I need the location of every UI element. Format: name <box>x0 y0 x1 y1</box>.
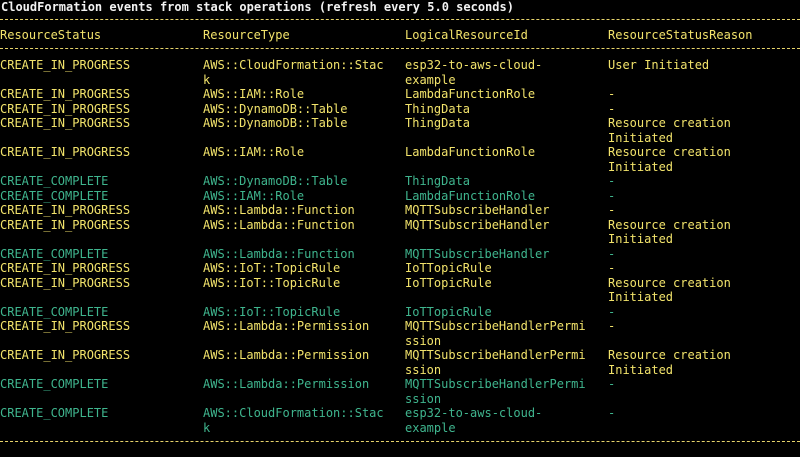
cell-resource-status: CREATE_IN_PROGRESS <box>0 319 131 333</box>
cell-resource-type: AWS::Lambda::Function <box>203 217 355 232</box>
cell-resource-status-reason: Resource creation Initiated <box>608 116 731 145</box>
cell-resource-status: CREATE_IN_PROGRESS <box>0 348 131 362</box>
cell-resource-status: CREATE_IN_PROGRESS <box>0 101 131 116</box>
cell-logical-resource-id: LambdaFunctionRole <box>405 87 536 101</box>
cell-resource-status-reason: - <box>608 174 616 188</box>
cell-logical-resource-id: LambdaFunctionRole <box>405 188 536 203</box>
cell-logical-resource-id: ThingData <box>405 116 471 130</box>
cell-resource-status: CREATE_COMPLETE <box>0 246 109 261</box>
cell-resource-status-reason: - <box>608 377 616 391</box>
cell-resource-status-reason: Resource creation Initiated <box>608 275 731 305</box>
cell-resource-status: CREATE_IN_PROGRESS <box>0 58 131 72</box>
cell-resource-status-reason: - <box>608 101 616 116</box>
cell-resource-type: AWS::Lambda::Permission <box>203 348 370 362</box>
cell-resource-status-reason: - <box>608 246 616 261</box>
cell-resource-status: CREATE_IN_PROGRESS <box>0 145 131 159</box>
cell-logical-resource-id: MQTTSubscribeHandlerPermi ssion <box>405 377 586 406</box>
column-header-resource-status-reason: ResourceStatusReason <box>608 28 753 42</box>
divider-header <box>0 48 800 50</box>
cell-resource-type: AWS::Lambda::Permission <box>203 377 370 391</box>
cell-resource-type: AWS::CloudFormation::Stac k <box>203 406 384 435</box>
page-title: CloudFormation events from stack operati… <box>1 0 514 14</box>
cell-resource-type: AWS::IAM::Role <box>203 87 305 101</box>
cell-logical-resource-id: esp32-to-aws-cloud- example <box>405 406 543 435</box>
cell-logical-resource-id: IoTTopicRule <box>405 261 492 275</box>
cell-resource-status: CREATE_COMPLETE <box>0 377 109 391</box>
cell-resource-type: AWS::IAM::Role <box>203 145 305 159</box>
cell-logical-resource-id: ThingData <box>405 101 471 116</box>
column-header-resource-status: ResourceStatus <box>0 28 102 42</box>
cell-resource-type: AWS::DynamoDB::Table <box>203 101 348 116</box>
terminal-window: CloudFormation events from stack operati… <box>0 0 800 457</box>
cell-resource-type: AWS::DynamoDB::Table <box>203 174 348 188</box>
cell-resource-status: CREATE_COMPLETE <box>0 406 109 420</box>
cell-resource-status: CREATE_COMPLETE <box>0 174 109 188</box>
column-header-resource-type: ResourceType <box>203 28 290 42</box>
cell-logical-resource-id: MQTTSubscribeHandler <box>405 217 550 232</box>
cell-resource-type: AWS::IoT::TopicRule <box>203 304 341 319</box>
cell-resource-status-reason: - <box>608 203 616 217</box>
cell-resource-status: CREATE_COMPLETE <box>0 188 109 203</box>
cell-resource-status-reason: - <box>608 87 616 101</box>
cell-logical-resource-id: MQTTSubscribeHandlerPermi ssion <box>405 348 586 377</box>
cell-resource-status-reason: - <box>608 188 616 203</box>
cell-resource-status: CREATE_COMPLETE <box>0 304 109 319</box>
cell-resource-type: AWS::Lambda::Function <box>203 246 355 261</box>
cell-resource-status-reason: - <box>608 319 616 333</box>
cell-resource-type: AWS::CloudFormation::Stac k <box>203 58 384 87</box>
cell-resource-status-reason: - <box>608 261 616 275</box>
cell-resource-type: AWS::DynamoDB::Table <box>203 116 348 130</box>
divider-top <box>0 19 800 21</box>
cell-logical-resource-id: esp32-to-aws-cloud- example <box>405 58 543 87</box>
cell-resource-type: AWS::Lambda::Function <box>203 203 355 217</box>
column-header-logical-resource-id: LogicalResourceId <box>405 28 528 42</box>
cell-logical-resource-id: ThingData <box>405 174 471 188</box>
cell-resource-status: CREATE_IN_PROGRESS <box>0 261 131 275</box>
cell-logical-resource-id: MQTTSubscribeHandler <box>405 203 550 217</box>
cell-resource-type: AWS::Lambda::Permission <box>203 319 370 333</box>
cell-resource-status: CREATE_IN_PROGRESS <box>0 203 131 217</box>
cell-resource-status-reason: Resource creation Initiated <box>608 217 731 247</box>
cell-resource-status-reason: User Initiated <box>608 58 710 72</box>
cell-resource-status: CREATE_IN_PROGRESS <box>0 275 131 290</box>
cell-resource-status: CREATE_IN_PROGRESS <box>0 217 131 232</box>
cell-resource-status-reason: - <box>608 304 616 319</box>
cell-resource-type: AWS::IoT::TopicRule <box>203 275 341 290</box>
cell-resource-status: CREATE_IN_PROGRESS <box>0 87 131 101</box>
cell-resource-status-reason: Resource creation Initiated <box>608 145 731 174</box>
divider-bottom <box>0 441 800 443</box>
cell-logical-resource-id: IoTTopicRule <box>405 275 492 290</box>
cell-resource-type: AWS::IoT::TopicRule <box>203 261 341 275</box>
cell-resource-status-reason: Resource creation Initiated <box>608 348 731 377</box>
cell-logical-resource-id: IoTTopicRule <box>405 304 492 319</box>
cell-logical-resource-id: MQTTSubscribeHandler <box>405 246 550 261</box>
cell-resource-status-reason: - <box>608 406 616 420</box>
cell-resource-status: CREATE_IN_PROGRESS <box>0 116 131 130</box>
cell-logical-resource-id: LambdaFunctionRole <box>405 145 536 159</box>
cell-logical-resource-id: MQTTSubscribeHandlerPermi ssion <box>405 319 586 348</box>
cell-resource-type: AWS::IAM::Role <box>203 188 305 203</box>
